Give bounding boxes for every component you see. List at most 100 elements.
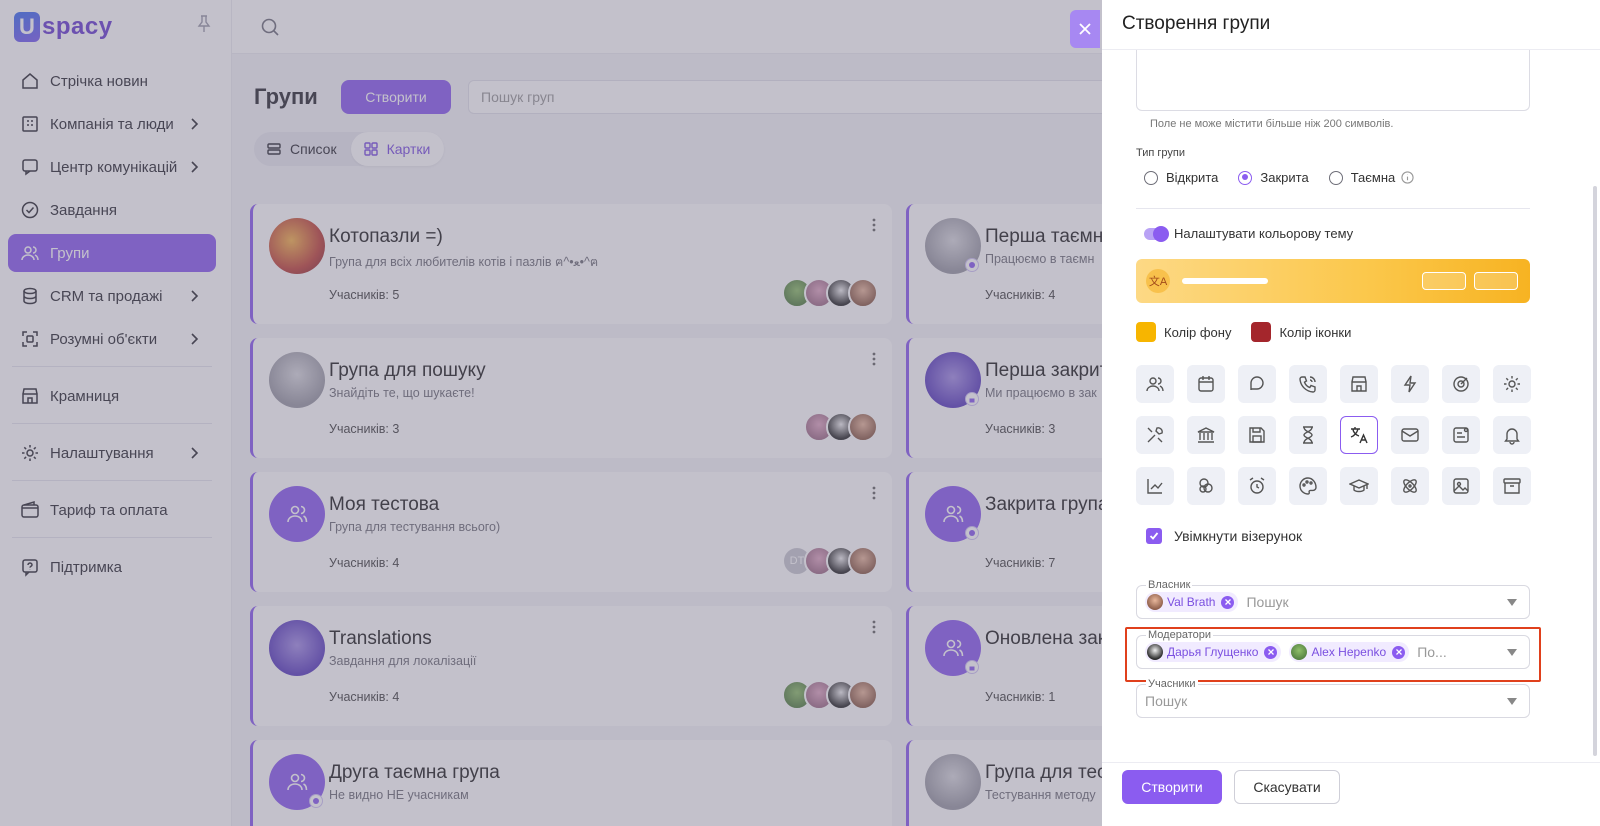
divider xyxy=(1136,208,1530,209)
icon-option-alarm[interactable] xyxy=(1238,467,1276,505)
drawer-footer: Створити Скасувати xyxy=(1102,762,1600,826)
icon-option-chart[interactable] xyxy=(1136,467,1174,505)
image-icon xyxy=(1453,478,1469,494)
bg-color-label: Колір фону xyxy=(1164,324,1232,340)
graduation-icon xyxy=(1349,479,1369,493)
note-icon xyxy=(1453,427,1469,443)
icon-option-archive[interactable] xyxy=(1493,467,1531,505)
store-icon xyxy=(1351,376,1367,392)
icon-picker-grid xyxy=(1136,365,1531,505)
icon-option-palette[interactable] xyxy=(1289,467,1327,505)
flash-icon xyxy=(1403,375,1417,393)
chevron-down-icon[interactable] xyxy=(1507,698,1517,705)
pattern-label: Увімкнути візерунок xyxy=(1174,528,1303,544)
icon-option-save[interactable] xyxy=(1238,416,1276,454)
cancel-button[interactable]: Скасувати xyxy=(1234,770,1340,804)
chip-remove-button[interactable] xyxy=(1221,595,1235,609)
icon-option-flash[interactable] xyxy=(1391,365,1429,403)
icon-option-note[interactable] xyxy=(1442,416,1480,454)
palette-icon xyxy=(1299,477,1317,495)
icon-option-image[interactable] xyxy=(1442,467,1480,505)
icon-option-users[interactable] xyxy=(1136,365,1174,403)
hourglass-icon xyxy=(1303,426,1313,444)
bg-color-swatch[interactable] xyxy=(1136,322,1156,342)
drawer-header: Створення групи xyxy=(1102,0,1600,50)
bg-color-picker[interactable]: Колір фону xyxy=(1136,322,1231,342)
owner-placeholder[interactable]: Пошук xyxy=(1246,594,1288,610)
color-theme-toggle-row: Налаштувати кольорову тему xyxy=(1144,225,1354,242)
owner-label: Власник xyxy=(1146,579,1193,591)
radio-secret[interactable]: Таємна xyxy=(1328,170,1415,185)
icon-option-clouds[interactable] xyxy=(1187,467,1225,505)
preview-button xyxy=(1422,272,1466,290)
chart-icon xyxy=(1147,479,1163,494)
theme-preview: 文A xyxy=(1136,259,1530,303)
icon-option-graduation[interactable] xyxy=(1340,467,1378,505)
color-theme-label: Налаштувати кольорову тему xyxy=(1174,226,1354,241)
icon-option-bank[interactable] xyxy=(1187,416,1225,454)
close-icon xyxy=(1079,23,1091,35)
icon-option-calendar[interactable] xyxy=(1187,365,1225,403)
icon-option-chat[interactable] xyxy=(1238,365,1276,403)
radio-button[interactable] xyxy=(1144,170,1158,185)
icon-color-picker[interactable]: Колір іконки xyxy=(1251,322,1351,342)
owner-chip[interactable]: Val Brath xyxy=(1145,592,1239,612)
icon-option-mail[interactable] xyxy=(1391,416,1429,454)
avatar xyxy=(1147,594,1163,610)
pattern-checkbox-row[interactable]: Увімкнути візерунок xyxy=(1146,528,1302,544)
clouds-icon xyxy=(1199,478,1213,493)
preview-button xyxy=(1474,272,1518,290)
close-drawer-button[interactable] xyxy=(1070,10,1100,48)
radio-label: Закрита xyxy=(1260,170,1309,185)
bank-icon xyxy=(1197,427,1215,443)
pattern-checkbox[interactable] xyxy=(1146,528,1162,544)
radio-button[interactable] xyxy=(1238,170,1253,185)
mail-icon xyxy=(1401,428,1419,442)
drawer-body: Поле не може містити більше ніж 200 симв… xyxy=(1102,50,1600,762)
icon-option-phone[interactable] xyxy=(1289,365,1327,403)
target-icon xyxy=(1453,376,1469,392)
drawer-title: Створення групи xyxy=(1122,13,1271,34)
participants-placeholder[interactable]: Пошук xyxy=(1145,693,1187,709)
icon-option-store[interactable] xyxy=(1340,365,1378,403)
atom-icon xyxy=(1403,479,1417,493)
icon-option-atom[interactable] xyxy=(1391,467,1429,505)
info-icon[interactable] xyxy=(1401,171,1414,184)
icon-color-label: Колір іконки xyxy=(1279,324,1352,340)
owner-select[interactable]: Val Brath Пошук xyxy=(1136,585,1530,619)
radio-label: Таємна xyxy=(1350,170,1396,185)
icon-option-translate[interactable] xyxy=(1340,416,1378,454)
highlight-box xyxy=(1125,627,1541,682)
icon-color-swatch[interactable] xyxy=(1251,322,1272,342)
icon-option-bell[interactable] xyxy=(1493,416,1531,454)
icon-option-tools[interactable] xyxy=(1136,416,1174,454)
icon-option-target[interactable] xyxy=(1442,365,1480,403)
chevron-down-icon[interactable] xyxy=(1507,599,1517,606)
alarm-icon xyxy=(1249,477,1265,494)
icon-option-gear[interactable] xyxy=(1493,365,1531,403)
save-icon xyxy=(1249,427,1265,443)
description-textarea[interactable] xyxy=(1136,50,1530,111)
scrollbar[interactable] xyxy=(1593,186,1597,756)
participants-label: Учасники xyxy=(1146,678,1198,690)
create-group-drawer: Створення групи Поле не може містити біл… xyxy=(1102,0,1600,826)
preview-title-bar xyxy=(1182,278,1268,284)
group-type-label: Тип групи xyxy=(1136,147,1186,159)
radio-label: Відкрита xyxy=(1166,170,1219,185)
translate-icon xyxy=(1350,427,1368,444)
radio-open[interactable]: Відкрита xyxy=(1144,170,1218,185)
description-hint: Поле не може містити більше ніж 200 симв… xyxy=(1150,118,1394,130)
users-icon xyxy=(1146,377,1164,392)
calendar-icon xyxy=(1198,376,1214,392)
group-type-radios: Відкрита Закрита Таємна xyxy=(1144,170,1434,185)
chat-icon xyxy=(1250,376,1264,390)
icon-option-hourglass[interactable] xyxy=(1289,416,1327,454)
radio-closed[interactable]: Закрита xyxy=(1238,170,1309,185)
modal-backdrop[interactable] xyxy=(0,0,1102,826)
submit-create-button[interactable]: Створити xyxy=(1122,770,1222,804)
bell-icon xyxy=(1504,428,1520,445)
archive-icon xyxy=(1503,478,1521,494)
color-theme-toggle[interactable] xyxy=(1144,225,1169,242)
radio-button[interactable] xyxy=(1328,170,1343,185)
chip-label: Val Brath xyxy=(1167,595,1216,609)
